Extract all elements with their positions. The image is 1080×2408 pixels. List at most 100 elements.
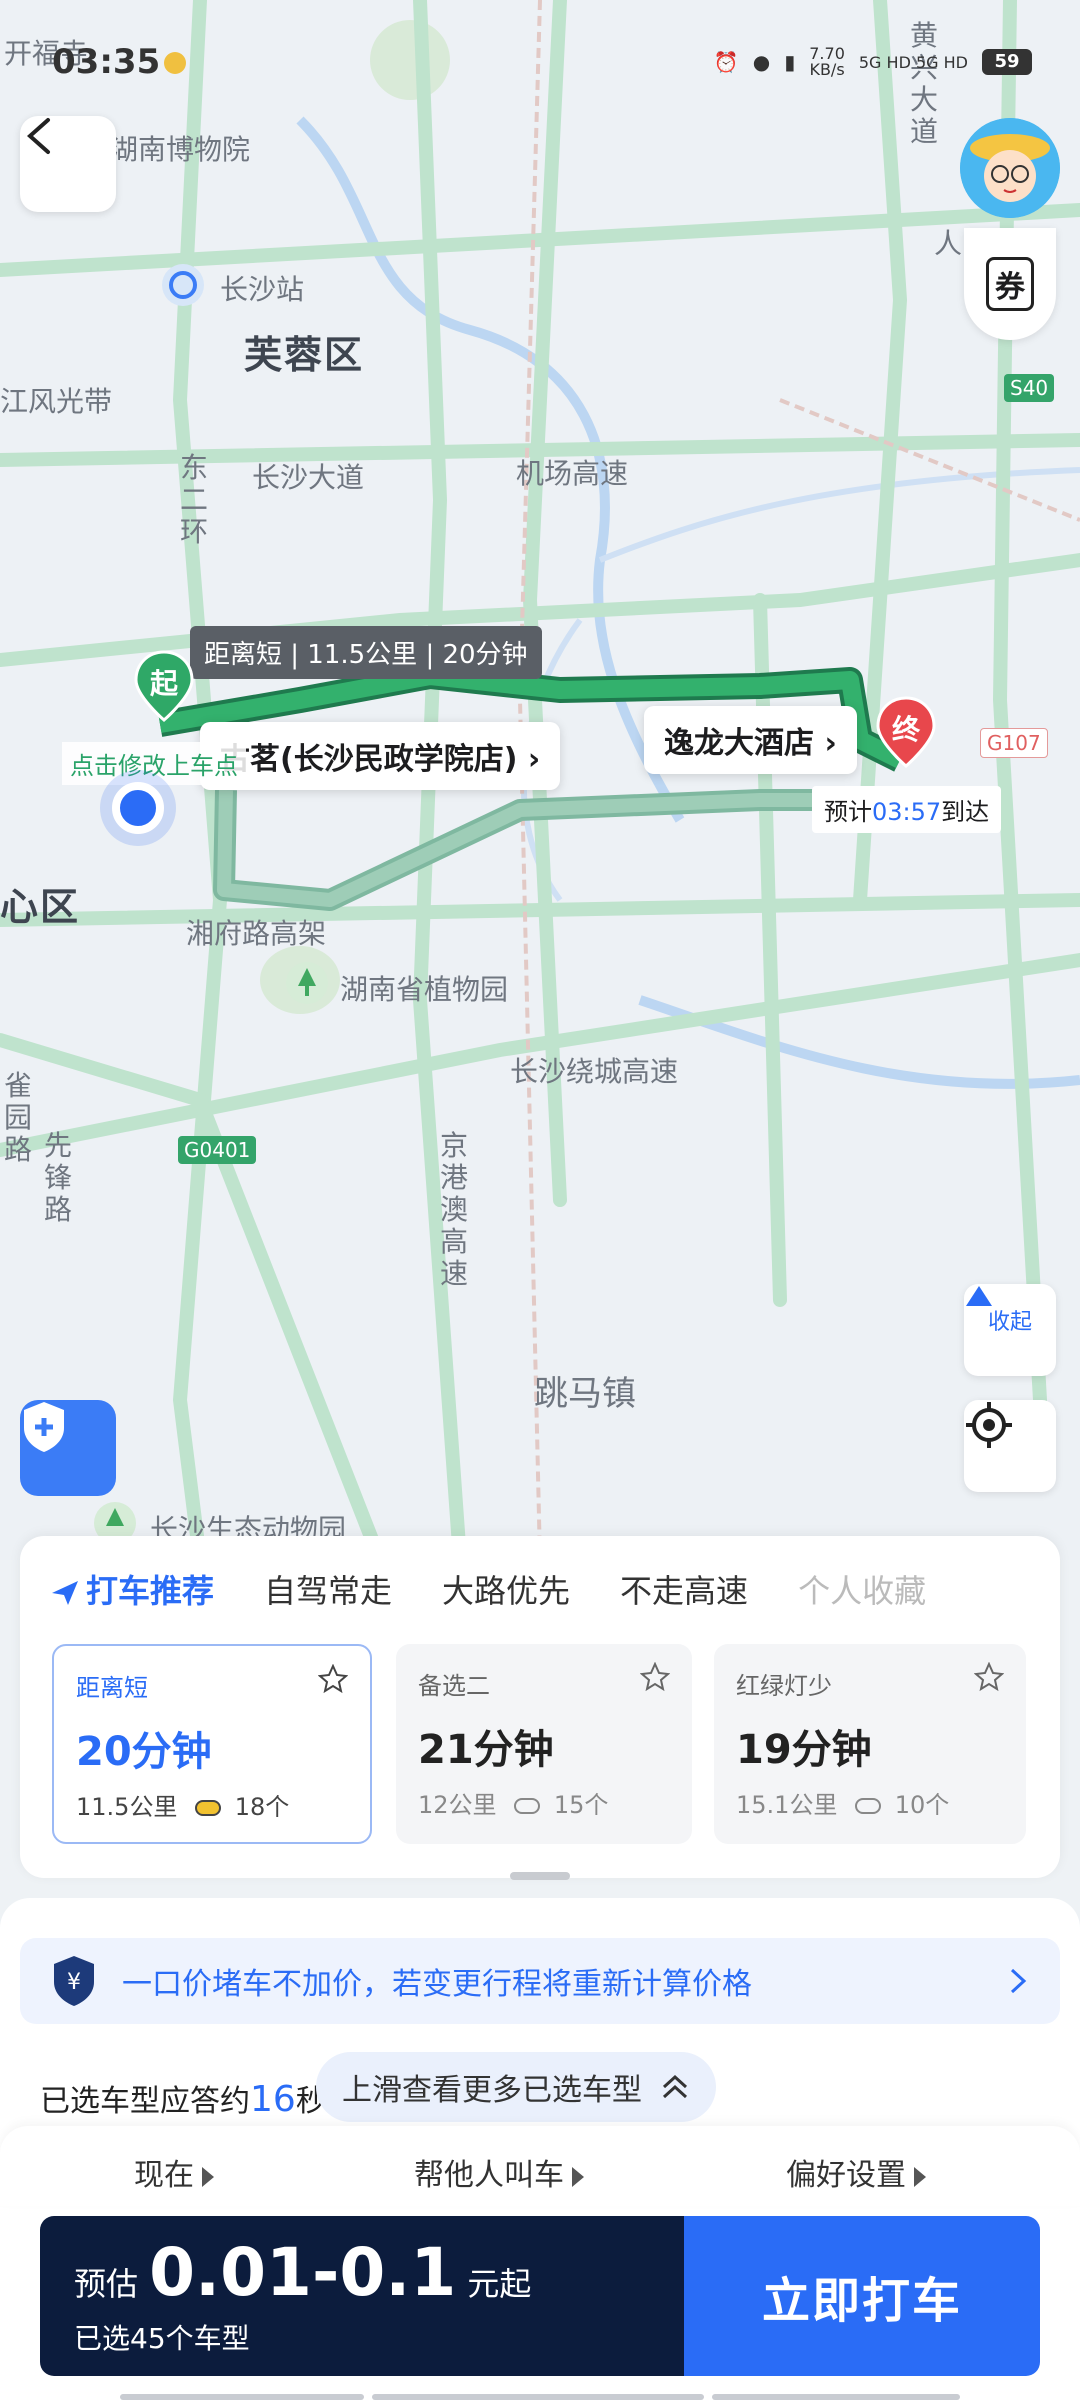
crosshair-icon bbox=[966, 1402, 1012, 1448]
safety-shield-icon bbox=[24, 1402, 64, 1452]
assistant-avatar-icon bbox=[960, 118, 1060, 218]
start-place-name: 古茗(长沙民政学院店) bbox=[220, 742, 518, 777]
tab-main-road[interactable]: 大路优先 bbox=[442, 1566, 570, 1612]
route-option-name: 备选二 bbox=[418, 1672, 490, 1700]
call-car-button[interactable]: 立即打车 bbox=[684, 2216, 1040, 2376]
more-models-text: 上滑查看更多已选车型 bbox=[342, 2073, 642, 2108]
call-car-bar: 预估 0.01-0.1 元起 已选45个车型 立即打车 bbox=[40, 2216, 1040, 2376]
double-chevron-up-icon bbox=[662, 2074, 688, 2099]
more-models-pill[interactable]: 上滑查看更多已选车型 bbox=[316, 2052, 716, 2122]
map-label-xianfeng: 先锋路 bbox=[44, 1129, 73, 1226]
end-place-name: 逸龙大酒店 bbox=[664, 726, 814, 761]
battery-icon: 59 bbox=[982, 49, 1032, 75]
route-distance-tag: 距离短 | 11.5公里 | 20分钟 bbox=[190, 626, 542, 679]
star-icon[interactable] bbox=[640, 1662, 670, 1692]
mic-icon: ▮ bbox=[784, 50, 796, 74]
response-prefix: 已选车型应答约 bbox=[40, 2084, 250, 2119]
route-option-lights: 18个 bbox=[234, 1793, 290, 1821]
chevron-left-icon bbox=[26, 118, 50, 154]
fixed-price-notice[interactable]: ¥ 一口价堵车不加价，若变更行程将重新计算价格 bbox=[20, 1938, 1060, 2024]
shield-g107: G107 bbox=[980, 728, 1048, 758]
assistant-avatar[interactable] bbox=[960, 118, 1060, 218]
park-icon bbox=[286, 962, 328, 1004]
train-station-icon bbox=[162, 264, 204, 306]
chevron-right-icon bbox=[1010, 1968, 1027, 1994]
notification-icon bbox=[164, 52, 186, 74]
route-option-time: 21分钟 bbox=[418, 1727, 554, 1773]
shield-g0401: G0401 bbox=[178, 1136, 257, 1164]
map-label-changsha-dadao: 长沙大道 bbox=[252, 461, 365, 494]
star-icon[interactable] bbox=[974, 1662, 1004, 1692]
status-bar: 03:35 ⏰ ● ▮ 7.70 KB/s 5G HD 5G HD 59 bbox=[0, 42, 1080, 92]
traffic-light-icon bbox=[855, 1798, 882, 1814]
end-pin[interactable]: 终 bbox=[876, 696, 936, 768]
route-option-lights: 10个 bbox=[894, 1791, 950, 1819]
map-label-town: 跳马镇 bbox=[534, 1374, 636, 1414]
map-label-queyuan: 雀园路 bbox=[4, 1069, 33, 1166]
eta-tag: 预计03:57到达 bbox=[812, 786, 1002, 833]
route-option-name: 距离短 bbox=[76, 1674, 148, 1702]
map-label-botanic: 湖南省植物园 bbox=[340, 973, 509, 1006]
map-label-ring-hwy: 长沙绕城高速 bbox=[510, 1055, 679, 1088]
route-option-shortest[interactable]: 距离短 20分钟 11.5公里 18个 bbox=[52, 1644, 372, 1844]
route-option-meta: 11.5公里 18个 bbox=[76, 1787, 348, 1822]
net-speed: 7.70 KB/s bbox=[809, 44, 845, 79]
route-option-distance: 12公里 bbox=[418, 1791, 497, 1819]
shield-s40: S40 bbox=[1004, 374, 1055, 402]
response-seconds: 16 bbox=[250, 2079, 296, 2120]
map-label-furong-district: 芙蓉区 bbox=[244, 333, 365, 377]
response-time: 已选车型应答约16秒 bbox=[40, 2076, 326, 2120]
star-icon[interactable] bbox=[318, 1664, 348, 1694]
modify-pickup-hint[interactable]: 点击修改上车点 bbox=[62, 742, 246, 785]
tab-favorites[interactable]: 个人收藏 bbox=[798, 1566, 926, 1612]
route-option-time: 19分钟 bbox=[736, 1727, 872, 1773]
route-option-alt2[interactable]: 备选二 21分钟 12公里 15个 bbox=[396, 1644, 692, 1844]
price-amount: 0.01-0.1 bbox=[149, 2234, 457, 2311]
map-view[interactable]: 开福寺 湖南博物院 长沙站 芙蓉区 江风光带 长沙大道 机场高速 东二环 心区 … bbox=[0, 0, 1080, 1560]
price-estimate[interactable]: 预估 0.01-0.1 元起 已选45个车型 bbox=[40, 2216, 684, 2376]
yuan-shield-icon: ¥ bbox=[54, 1956, 94, 2006]
coupon-icon: 券 bbox=[986, 257, 1034, 311]
eta-suffix: 到达 bbox=[941, 798, 990, 826]
map-label-center-district: 心区 bbox=[0, 885, 81, 929]
map-label-east2: 东二环 bbox=[180, 451, 209, 548]
locate-button[interactable] bbox=[964, 1400, 1056, 1492]
option-now[interactable]: 现在 bbox=[134, 2150, 214, 2194]
collapse-label: 收起 bbox=[987, 1310, 1032, 1335]
route-option-lights: 15个 bbox=[553, 1791, 609, 1819]
safety-button[interactable] bbox=[20, 1400, 116, 1496]
chevron-right-icon: › bbox=[824, 726, 837, 761]
route-option-distance: 11.5公里 bbox=[76, 1793, 178, 1821]
route-option-fewer-lights[interactable]: 红绿灯少 19分钟 15.1公里 10个 bbox=[714, 1644, 1026, 1844]
map-label-scenic: 江风光带 bbox=[0, 385, 113, 418]
back-button[interactable] bbox=[20, 116, 116, 212]
eta-time: 03:57 bbox=[872, 798, 942, 826]
tab-no-highway[interactable]: 不走高速 bbox=[620, 1566, 748, 1612]
alarm-icon: ⏰ bbox=[713, 50, 739, 74]
start-place-card[interactable]: 古茗(长沙民政学院店) › bbox=[200, 722, 561, 790]
end-pin-label: 终 bbox=[891, 713, 920, 746]
tab-taxi-recommend[interactable]: 打车推荐 bbox=[50, 1566, 214, 1612]
end-place-card[interactable]: 逸龙大酒店 › bbox=[644, 706, 857, 774]
navigation-arrow-icon bbox=[52, 1581, 78, 1605]
route-option-name: 红绿灯少 bbox=[736, 1672, 832, 1700]
route-panel: 打车推荐 自驾常走 大路优先 不走高速 个人收藏 距离短 20分钟 11.5公里… bbox=[20, 1536, 1060, 1878]
panel-drag-handle[interactable] bbox=[510, 1872, 570, 1880]
start-pin[interactable]: 起 bbox=[134, 650, 194, 722]
option-preferences[interactable]: 偏好设置 bbox=[786, 2150, 926, 2194]
route-option-meta: 12公里 15个 bbox=[418, 1785, 670, 1820]
traffic-light-icon bbox=[514, 1798, 541, 1814]
start-pin-label: 起 bbox=[149, 667, 178, 700]
trip-options-row: 现在 帮他人叫车 偏好设置 bbox=[0, 2126, 1080, 2206]
triangle-up-icon bbox=[966, 1286, 992, 1306]
current-location-dot bbox=[112, 782, 164, 834]
route-option-distance: 15.1公里 bbox=[736, 1791, 838, 1819]
signal-label: 5G HD 5G HD bbox=[858, 52, 968, 72]
eta-prefix: 预计 bbox=[824, 798, 872, 826]
price-unit: 元起 bbox=[467, 2265, 532, 2303]
tab-self-drive[interactable]: 自驾常走 bbox=[264, 1566, 392, 1612]
option-call-for-others[interactable]: 帮他人叫车 bbox=[414, 2150, 584, 2194]
collapse-button[interactable]: 收起 bbox=[964, 1284, 1056, 1376]
coupon-button[interactable]: 券 bbox=[964, 228, 1056, 340]
nav-gesture-bar bbox=[372, 2394, 704, 2400]
